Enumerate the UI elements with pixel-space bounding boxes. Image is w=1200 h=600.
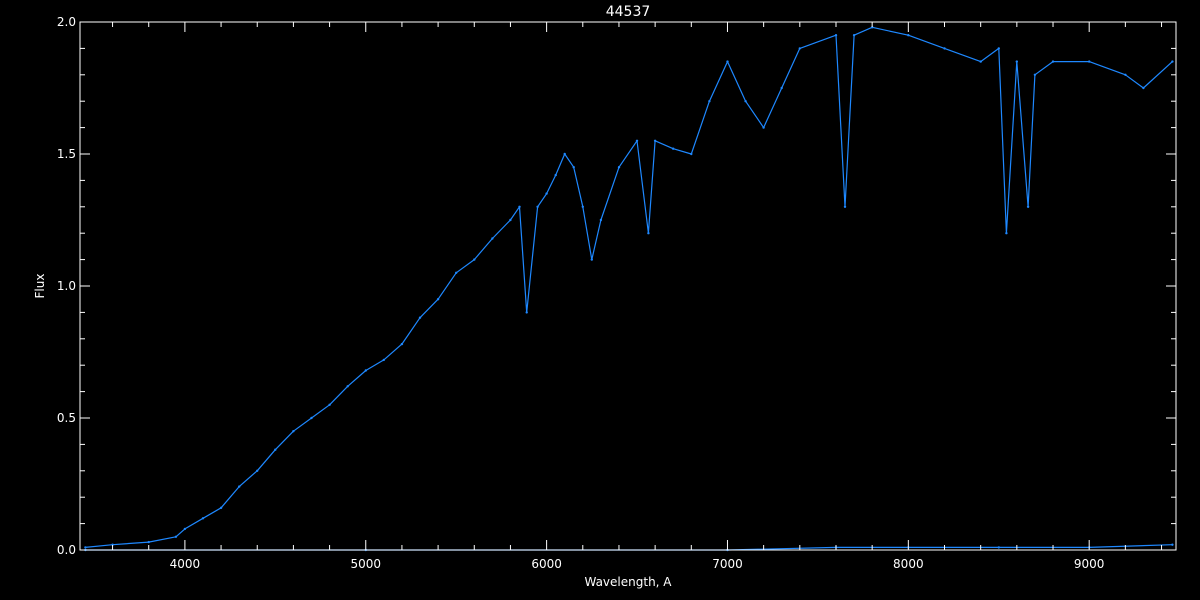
flux-point (943, 47, 946, 50)
flux-point (518, 205, 521, 208)
flux-point (599, 218, 603, 222)
x-tick-label: 5000 (350, 557, 381, 571)
error-point (1171, 543, 1174, 546)
flux-point (834, 34, 838, 37)
flux-point (907, 34, 910, 37)
flux-point (581, 205, 584, 208)
flux-point (690, 152, 693, 156)
flux-point (183, 527, 187, 531)
flux-point (536, 205, 539, 208)
flux-point (400, 342, 404, 346)
flux-point (617, 166, 621, 169)
flux-point (1088, 60, 1091, 63)
flux-point (418, 316, 422, 319)
flux-point (653, 139, 657, 142)
flux-point (708, 100, 711, 103)
flux-point (635, 139, 639, 142)
x-tick-label: 7000 (712, 557, 743, 571)
flux-point (1033, 73, 1037, 77)
flux-point (852, 34, 856, 37)
flux-point (382, 358, 385, 362)
flux-point (1026, 205, 1030, 208)
flux-point (1005, 232, 1008, 235)
flux-point (545, 192, 548, 195)
flux-point (780, 86, 783, 90)
flux-point (84, 546, 87, 549)
flux-point (572, 166, 575, 169)
x-tick-label: 6000 (531, 557, 562, 571)
spectrum-chart: 44537 4000 5000 6000 7000 8000 9000 0.0 0.5 1.0… (0, 0, 1200, 600)
flux-point (219, 506, 223, 509)
flux-point (1015, 60, 1018, 63)
flux-point (238, 485, 241, 488)
flux-point (201, 517, 205, 520)
flux-point (174, 535, 178, 538)
flux-point (436, 298, 440, 301)
flux-point (455, 271, 458, 274)
flux-point (979, 60, 982, 63)
flux-point (1124, 73, 1127, 77)
flux-point (1051, 60, 1055, 63)
flux-point (328, 403, 331, 406)
flux-point (997, 47, 1000, 50)
x-tick-label: 8000 (893, 557, 924, 571)
flux-point (346, 385, 349, 388)
flux-point (672, 147, 675, 150)
x-tick-label: 9000 (1074, 557, 1105, 571)
flux-point (1142, 86, 1145, 90)
flux-point (726, 60, 729, 63)
flux-point (256, 469, 259, 472)
flux-point (843, 205, 847, 208)
x-axis-label: Wavelength, A (584, 575, 672, 589)
flux-point (274, 448, 277, 451)
y-tick-label: 0.0 (57, 543, 76, 557)
flux-point (798, 47, 801, 50)
y-tick-label: 1.5 (57, 147, 76, 161)
flux-point (647, 232, 650, 235)
chart-title: 44537 (606, 4, 651, 20)
y-tick-label: 2.0 (57, 15, 76, 29)
plot-background (0, 0, 1200, 600)
flux-point (491, 237, 494, 240)
flux-point (147, 540, 150, 544)
flux-point (525, 311, 528, 314)
error-point (997, 546, 1000, 549)
x-tick-label: 4000 (170, 557, 201, 571)
flux-point (473, 258, 476, 261)
flux-point (1171, 60, 1174, 63)
y-axis-label: Flux (33, 274, 47, 299)
flux-point (310, 416, 313, 420)
y-tick-label: 1.0 (57, 279, 76, 293)
flux-point (590, 258, 593, 261)
y-tick-label: 0.5 (57, 411, 76, 425)
flux-point (364, 369, 367, 372)
flux-point (509, 218, 512, 222)
flux-point (292, 430, 295, 433)
flux-point (762, 126, 765, 129)
flux-point (563, 152, 566, 156)
flux-point (554, 173, 557, 177)
flux-point (744, 100, 747, 103)
